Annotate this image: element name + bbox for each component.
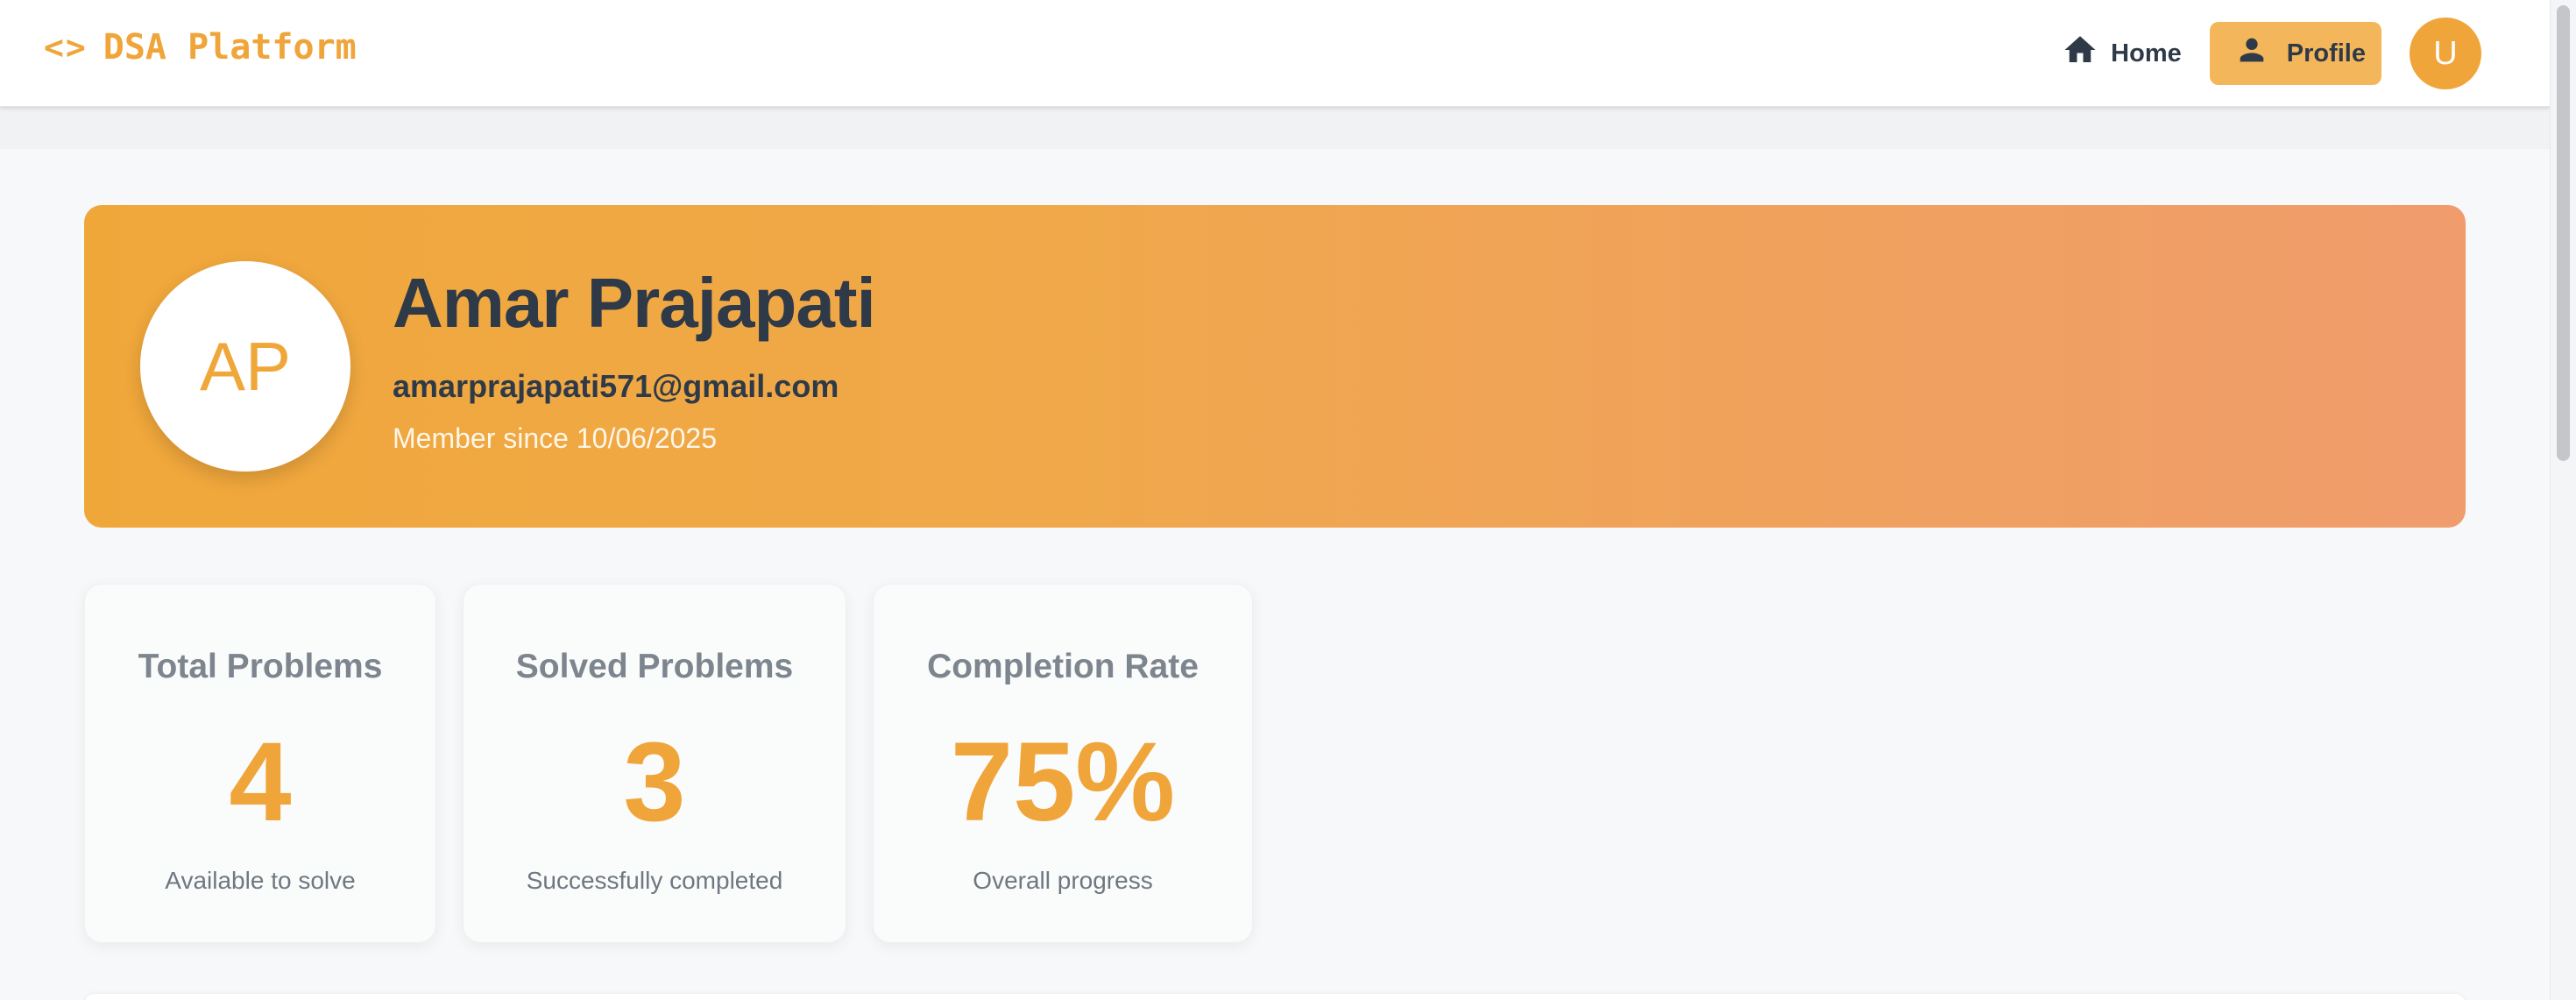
profile-nav-label: Profile — [2286, 39, 2366, 67]
profile-initials: AP — [199, 327, 292, 405]
stat-title: Completion Rate — [927, 648, 1199, 685]
stat-subtitle: Available to solve — [165, 867, 356, 894]
profile-nav-button[interactable]: Profile — [2209, 22, 2381, 85]
home-nav-label: Home — [2111, 39, 2182, 67]
code-icon: <> — [44, 28, 88, 67]
brand-link[interactable]: <> DSA Platform — [44, 25, 357, 70]
brand-name: DSA Platform — [103, 27, 357, 67]
member-since: Member since 10/06/2025 — [393, 422, 717, 454]
profile-name: Amar Prajapati — [393, 264, 876, 342]
stat-card-solved-problems: Solved Problems 3 Successfully completed — [463, 584, 846, 943]
person-icon — [2234, 32, 2269, 74]
stat-value: 75% — [950, 720, 1176, 845]
profile-banner: AP Amar Prajapati amarprajapati571@gmail… — [84, 205, 2466, 528]
profile-email: amarprajapati571@gmail.com — [393, 368, 839, 404]
stat-subtitle: Overall progress — [973, 867, 1153, 894]
stat-card-completion-rate: Completion Rate 75% Overall progress — [873, 584, 1253, 943]
stat-subtitle: Successfully completed — [526, 867, 783, 894]
stat-title: Solved Problems — [515, 648, 794, 685]
user-avatar-initial: U — [2433, 34, 2458, 72]
user-avatar-button[interactable]: U — [2410, 18, 2481, 89]
stat-card-total-problems: Total Problems 4 Available to solve — [84, 584, 436, 943]
nav-actions: Home Profile U — [2062, 14, 2481, 93]
page-scrollbar[interactable] — [2550, 0, 2576, 1000]
header-spacer — [0, 107, 2550, 149]
home-icon — [2062, 32, 2098, 75]
next-section-edge — [84, 994, 2466, 1000]
stat-value: 3 — [623, 720, 686, 845]
scrollbar-thumb[interactable] — [2557, 5, 2570, 461]
home-nav-link[interactable]: Home — [2062, 32, 2182, 75]
profile-avatar: AP — [140, 261, 350, 472]
stat-title: Total Problems — [138, 648, 383, 685]
stat-value: 4 — [229, 720, 292, 845]
top-navbar: <> DSA Platform Home Profile U — [0, 0, 2550, 107]
